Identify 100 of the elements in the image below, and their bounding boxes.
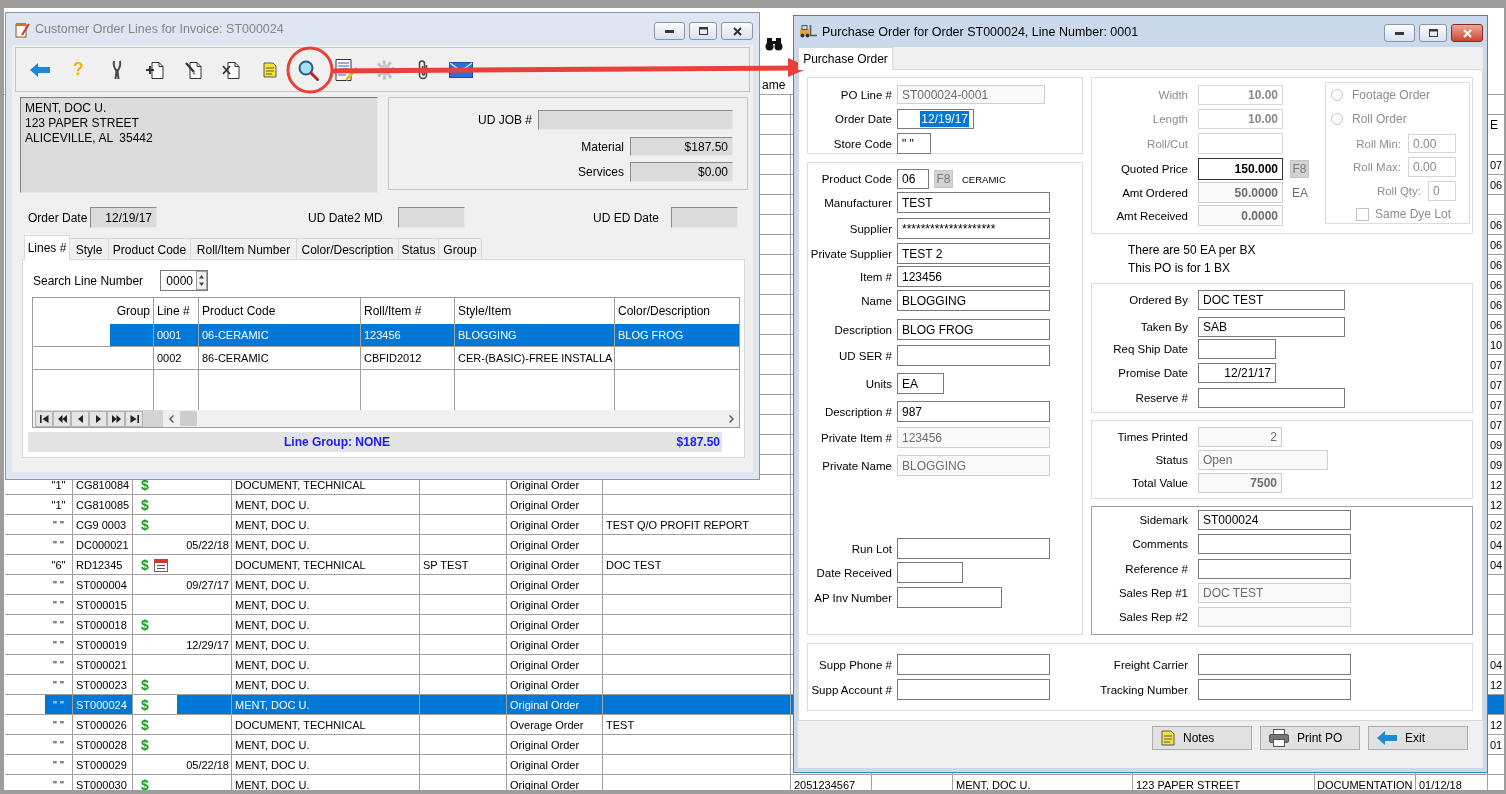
report-button[interactable] xyxy=(334,57,359,82)
text-field[interactable]: ******************** xyxy=(897,218,1050,239)
text-field[interactable] xyxy=(1198,339,1276,359)
text-field[interactable]: 0.0000 xyxy=(1198,205,1283,226)
text-field[interactable]: TEST 2 xyxy=(897,243,1050,264)
close-button[interactable] xyxy=(1451,24,1483,42)
text-field[interactable] xyxy=(897,345,1050,366)
text-field[interactable] xyxy=(1198,559,1351,579)
text-field[interactable] xyxy=(897,679,1050,700)
text-field[interactable] xyxy=(538,110,733,130)
table-cell: Original Order xyxy=(507,615,603,635)
previous-record-button[interactable] xyxy=(71,410,89,427)
dollar-sign: $ xyxy=(141,736,149,753)
column-header[interactable]: Color/Description xyxy=(618,304,711,318)
column-header[interactable]: Roll/Item # xyxy=(364,304,422,318)
table-cell: " " xyxy=(45,775,73,790)
text-field[interactable]: 123456 xyxy=(897,266,1050,287)
notes-button[interactable]: Notes xyxy=(1152,726,1252,750)
next-record-button[interactable] xyxy=(89,410,107,427)
table-cell: MENT, DOC U. xyxy=(232,515,420,535)
field-label: Total Value xyxy=(1131,477,1188,489)
table-row[interactable]: 0001 06-CERAMIC 123456 BLOGGING BLOG FROG xyxy=(33,324,739,347)
text-field[interactable] xyxy=(897,538,1050,559)
column-header[interactable]: Group xyxy=(116,304,150,318)
column-header[interactable]: E xyxy=(1490,117,1498,132)
table-cell: MENT, DOC U. xyxy=(232,535,420,555)
field-label: Comments xyxy=(1132,538,1188,550)
maximize-button[interactable] xyxy=(1419,24,1447,42)
text-field[interactable]: 150.000 xyxy=(1198,158,1283,180)
text-field[interactable]: 2 xyxy=(1198,427,1282,447)
scroll-thumb[interactable] xyxy=(180,411,197,426)
exit-button[interactable]: Exit xyxy=(1368,726,1468,750)
previous-page-button[interactable] xyxy=(53,410,71,427)
last-record-button[interactable] xyxy=(125,410,143,427)
text-field[interactable]: TEST xyxy=(897,192,1050,213)
paperclip-icon xyxy=(416,58,429,81)
text-field[interactable]: BLOGGING xyxy=(897,290,1050,311)
tab[interactable]: Style xyxy=(69,238,109,260)
text-field[interactable]: Open xyxy=(1198,450,1328,470)
tab[interactable]: Lines # xyxy=(24,235,70,260)
text-field[interactable]: DOC TEST xyxy=(1198,290,1345,310)
text-field[interactable]: ST000024 xyxy=(1198,510,1351,530)
field-label: Order Date xyxy=(835,113,892,125)
text-field[interactable]: 12/19/17 xyxy=(897,109,974,129)
text-field[interactable] xyxy=(897,654,1050,675)
text-field[interactable] xyxy=(671,207,738,228)
table-cell: ST000021 xyxy=(73,655,133,675)
text-field[interactable]: $0.00 xyxy=(630,162,733,182)
table-cell: MENT, DOC U. xyxy=(953,775,1133,790)
window-title: Customer Order Lines for Invoice: ST000024 xyxy=(35,22,284,36)
text-field[interactable]: 123456 xyxy=(897,427,1050,448)
minimize-button[interactable] xyxy=(1384,24,1415,42)
tab[interactable]: Color/Description xyxy=(296,238,399,260)
tab[interactable]: Group xyxy=(438,238,482,260)
spin-arrows-icon[interactable] xyxy=(196,271,207,290)
table-cell: " " xyxy=(45,755,73,775)
column-header[interactable]: Style/Item xyxy=(458,304,512,318)
text-field[interactable]: ST000024-0001 xyxy=(897,85,1045,104)
text-field[interactable] xyxy=(1198,679,1351,700)
field-label: Description xyxy=(834,323,892,336)
text-field[interactable] xyxy=(1198,654,1351,675)
column-header[interactable]: ame xyxy=(762,77,786,92)
maximize-button[interactable] xyxy=(689,22,717,40)
table-row[interactable]: 0002 86-CERAMIC CBFID2012 CER-(BASIC)-FREE INSTALLA xyxy=(33,347,739,370)
print-button[interactable]: Print PO xyxy=(1260,726,1360,750)
text-field[interactable]: 12/21/17 xyxy=(1198,363,1276,383)
text-field[interactable]: DOC TEST xyxy=(1198,583,1351,603)
table-cell: MENT, DOC U. xyxy=(232,495,420,515)
binoculars-icon[interactable] xyxy=(765,37,783,51)
text-field[interactable]: BLOGGING xyxy=(897,455,1050,476)
field-label: Roll Max: xyxy=(1353,161,1401,173)
table-cell: ST000018 xyxy=(73,615,133,635)
table-cell xyxy=(177,735,232,755)
first-record-button[interactable] xyxy=(35,410,53,427)
table-cell xyxy=(177,515,232,535)
text-field[interactable]: $187.50 xyxy=(630,137,733,156)
column-header[interactable]: Line # xyxy=(157,304,190,318)
text-field[interactable]: 12/19/17 xyxy=(90,207,157,228)
close-button[interactable] xyxy=(721,22,753,40)
text-field[interactable] xyxy=(897,562,963,583)
text-field[interactable]: EA xyxy=(897,373,944,394)
text-field[interactable]: 7500 xyxy=(1198,473,1282,493)
text-field[interactable]: 50.0000 xyxy=(1198,182,1283,203)
text-field[interactable] xyxy=(1198,388,1345,408)
next-page-button[interactable] xyxy=(107,410,125,427)
tab[interactable]: Purchase Order xyxy=(798,47,893,70)
note-icon xyxy=(1161,730,1175,746)
text-field[interactable]: 06 xyxy=(897,169,929,189)
minimize-button[interactable] xyxy=(654,22,685,40)
text-field[interactable]: SAB xyxy=(1198,317,1345,337)
text-field[interactable] xyxy=(398,207,465,228)
number-spinner[interactable]: 0000 xyxy=(160,270,208,291)
text-field[interactable]: " " xyxy=(897,133,931,154)
column-header[interactable]: Product Code xyxy=(202,304,276,318)
text-field[interactable] xyxy=(1198,534,1351,554)
table-row[interactable]: " " ST000030 $ MENT, DOC U. Original Order 2051234567 MENT, DOC U. 123 PAPER STREET DOCUMENTATION 01/12/18 xyxy=(4,775,1504,790)
text-field[interactable] xyxy=(897,587,1002,608)
text-field[interactable]: BLOG FROG xyxy=(897,319,1050,340)
field-label: UD Date2 MD xyxy=(308,210,383,225)
text-field[interactable]: 987 xyxy=(897,401,1050,422)
